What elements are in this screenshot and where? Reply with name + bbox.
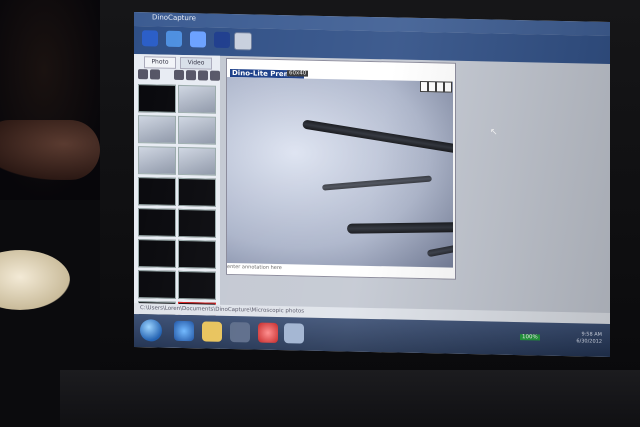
tab-row: Photo Video xyxy=(134,56,220,70)
thumbnail[interactable] xyxy=(178,84,216,114)
refresh-icon[interactable] xyxy=(150,69,160,80)
thumbnail[interactable] xyxy=(178,115,216,145)
thumbnail[interactable] xyxy=(178,208,216,238)
clock-date: 6/30/2012 xyxy=(576,338,602,345)
email-icon[interactable] xyxy=(198,70,208,81)
hair-strand xyxy=(426,242,453,258)
tab-video[interactable]: Video xyxy=(180,56,212,70)
hair-strand xyxy=(302,119,453,154)
thumbnail[interactable] xyxy=(138,270,176,299)
pen-icon[interactable] xyxy=(190,31,206,48)
thumbnail[interactable] xyxy=(178,239,216,269)
start-button[interactable] xyxy=(140,319,162,342)
cup-photo xyxy=(0,250,70,310)
path-text: C:\Users\Loren\Documents\DinoCapture\Mic… xyxy=(140,305,305,315)
thumbnail[interactable] xyxy=(178,270,216,300)
info-icon[interactable] xyxy=(214,31,230,49)
ie-icon[interactable] xyxy=(174,320,194,342)
chrome-icon[interactable] xyxy=(258,322,278,344)
media-icon[interactable] xyxy=(230,322,250,343)
fit-icon[interactable] xyxy=(436,81,444,93)
app-title: DinoCapture xyxy=(152,13,196,23)
thumbnail[interactable] xyxy=(138,146,176,175)
thumbnail[interactable] xyxy=(178,177,216,207)
video-icon[interactable] xyxy=(166,30,182,48)
capture-icon[interactable] xyxy=(142,30,158,47)
thumbnail-toolbar xyxy=(136,68,220,84)
hair-strand xyxy=(321,175,433,191)
thumbnail[interactable] xyxy=(138,84,176,113)
magnification-chip[interactable]: 60x40 xyxy=(287,70,309,77)
zoom-out-icon[interactable] xyxy=(428,81,436,93)
laptop-keyboard xyxy=(60,370,640,427)
camera-icon[interactable] xyxy=(234,32,252,51)
microscope-view xyxy=(227,76,453,268)
zoom-in-icon[interactable] xyxy=(420,80,428,93)
folder-icon[interactable] xyxy=(138,69,148,80)
thumbnail[interactable] xyxy=(178,146,216,176)
hand-photo xyxy=(0,120,100,180)
save-icon[interactable] xyxy=(174,69,184,81)
hair-strand xyxy=(346,221,453,234)
explorer-icon[interactable] xyxy=(202,321,222,342)
clock[interactable]: 9:58 AM 6/30/2012 xyxy=(576,331,602,346)
print-icon[interactable] xyxy=(186,70,196,81)
annotation-field[interactable]: enter annotation here xyxy=(227,264,282,271)
thumbnail[interactable] xyxy=(138,239,176,268)
delete-icon[interactable] xyxy=(210,70,220,81)
laptop-screen: DinoCapture Photo Video Dino-Lite Premie… xyxy=(134,12,610,357)
battery-badge[interactable]: 100% xyxy=(520,334,540,341)
dinocapture-task-icon[interactable] xyxy=(284,323,304,344)
mouse-cursor-icon: ↖ xyxy=(490,127,498,138)
thumbnail[interactable] xyxy=(138,115,176,144)
fullscreen-icon[interactable] xyxy=(444,81,452,93)
photo-scene: DinoCapture Photo Video Dino-Lite Premie… xyxy=(0,0,640,427)
thumbnail[interactable] xyxy=(138,208,176,237)
preview-mini-toolbar xyxy=(420,80,454,93)
system-tray: 100% 9:58 AM 6/30/2012 xyxy=(520,322,610,357)
tab-photo[interactable]: Photo xyxy=(144,56,176,69)
thumbnail[interactable] xyxy=(138,177,176,206)
